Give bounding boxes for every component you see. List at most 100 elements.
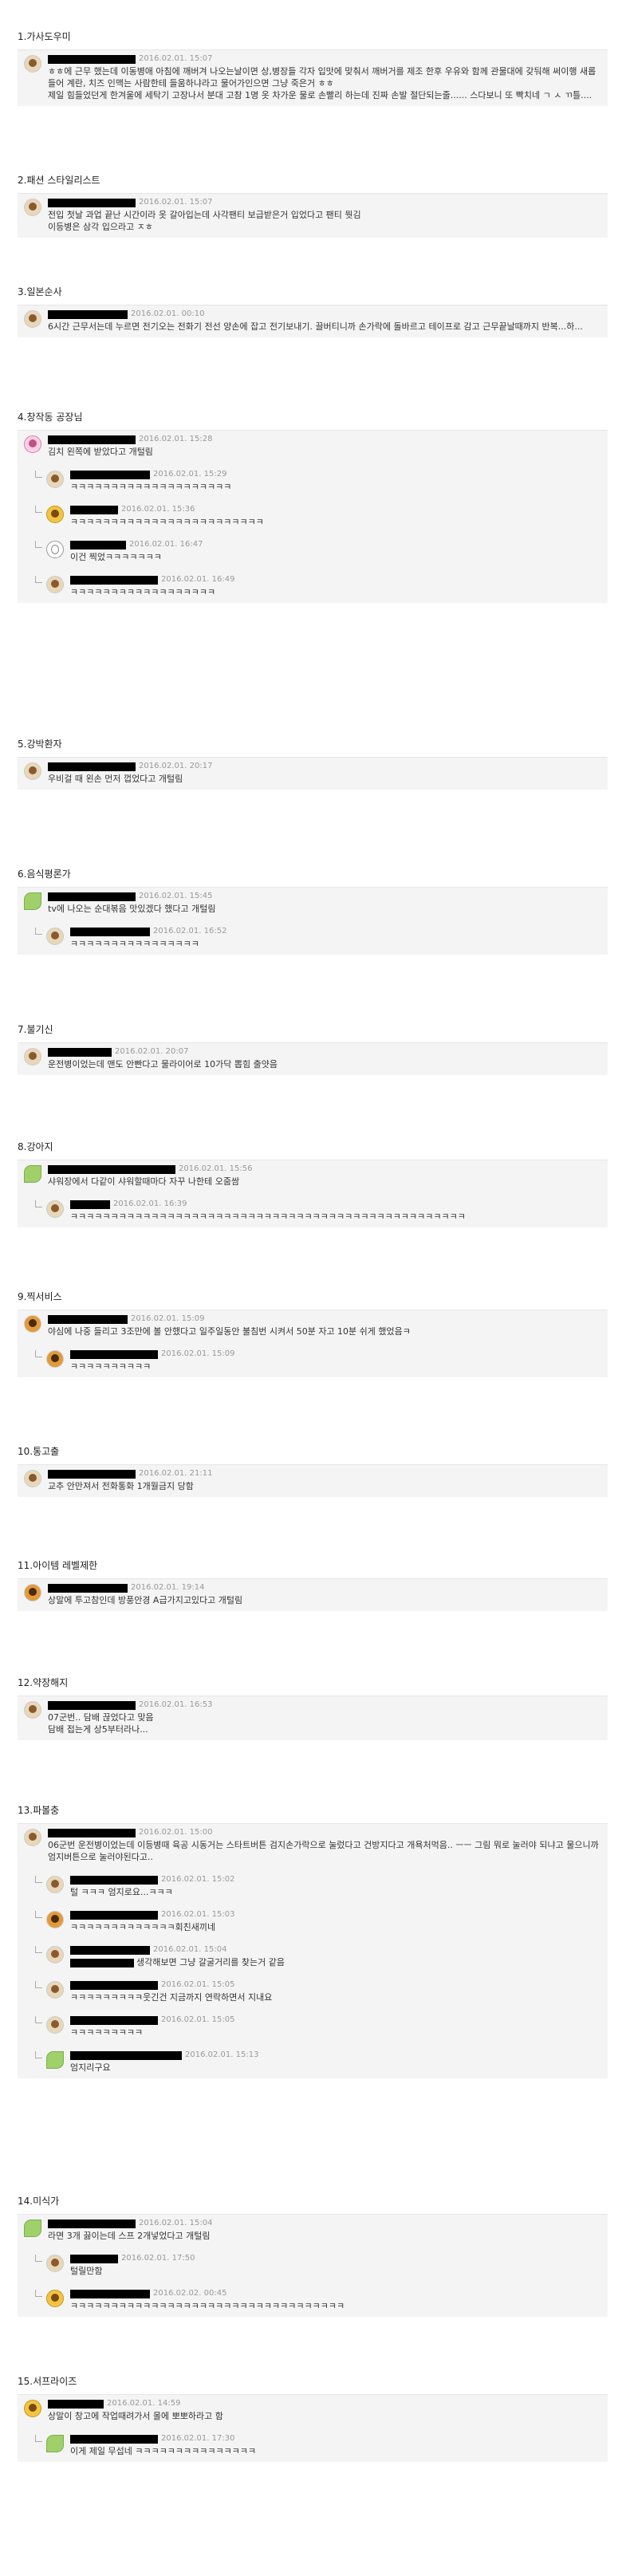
avatar[interactable]: [24, 199, 41, 216]
comment-text: 김치 왼쪽에 받았다고 개털림: [48, 447, 153, 457]
nickname-redacted[interactable]: [70, 1349, 158, 1359]
nickname-redacted[interactable]: [70, 1199, 110, 1209]
avatar[interactable]: [24, 1701, 41, 1719]
reply: 2016.02.01. 15:02 털 ㅋㅋㅋ 엄지로요...ㅋㅋㅋ: [24, 1874, 601, 1898]
nickname-redacted[interactable]: [48, 1314, 128, 1324]
reply-arrow-icon: [35, 1981, 42, 1988]
avatar[interactable]: [24, 1165, 41, 1183]
avatar[interactable]: [46, 1946, 64, 1964]
avatar[interactable]: [24, 435, 41, 453]
nickname-redacted[interactable]: [70, 2050, 182, 2060]
nickname-redacted[interactable]: [70, 470, 150, 479]
comment-text: tv에 나오는 순대볶음 맛있겠다 했다고 개털림: [48, 904, 216, 914]
avatar[interactable]: [46, 1350, 64, 1368]
avatar[interactable]: [24, 1048, 41, 1065]
avatar[interactable]: [46, 506, 64, 523]
avatar[interactable]: [46, 2255, 64, 2272]
avatar[interactable]: [24, 55, 41, 73]
avatar[interactable]: [46, 1981, 64, 1999]
avatar[interactable]: [24, 1315, 41, 1333]
nickname-redacted[interactable]: [48, 435, 136, 444]
avatar[interactable]: [24, 762, 41, 780]
comment: 2016.02.01. 21:11 교추 안만져서 전화통화 1개월금지 당함: [24, 1468, 601, 1492]
nickname-redacted[interactable]: [70, 1945, 150, 1955]
avatar[interactable]: [46, 471, 64, 488]
comment-text: 우비걸 때 왼손 먼저 껍었다고 개털림: [48, 774, 183, 784]
comment-text: ㅋㅋㅋㅋㅋㅋㅋㅋㅋㅋㅋㅋㅋㅋㅋㅋㅋㅋㅋㅋㅋㅋㅋㅋㅋㅋㅋㅋㅋㅋㅋㅋㅋㅋ: [70, 2301, 345, 2311]
avatar[interactable]: [24, 2400, 41, 2417]
reply-arrow-icon: [35, 576, 42, 583]
nickname-redacted[interactable]: [70, 2434, 158, 2444]
reply-arrow-icon: [35, 1946, 42, 1953]
nickname-redacted[interactable]: [48, 1700, 136, 1710]
avatar[interactable]: [46, 2290, 64, 2307]
avatar[interactable]: [46, 576, 64, 593]
avatar[interactable]: [46, 541, 64, 558]
avatar[interactable]: [46, 1200, 64, 1218]
nickname-redacted[interactable]: [48, 1583, 128, 1593]
nickname-redacted[interactable]: [48, 198, 136, 207]
nickname-redacted[interactable]: [70, 1875, 158, 1885]
comment: 2016.02.01. 15:45 tv에 나오는 순대볶음 맛있겠다 했다고 …: [24, 891, 601, 915]
comment-box: 2016.02.01. 00:10 6시간 근무서는데 누르면 전기오는 전화기…: [18, 305, 608, 337]
section-15: 15.서프라이즈 2016.02.01. 14:59 상말이 창고에 작업때려가…: [18, 2375, 608, 2462]
nickname-redacted[interactable]: [70, 540, 126, 549]
avatar[interactable]: [24, 892, 41, 910]
nickname-redacted[interactable]: [70, 1980, 158, 1990]
comment: 2016.02.01. 20:17 우비걸 때 왼손 먼저 껍었다고 개털림: [24, 761, 601, 785]
comment-text: ㅋㅋㅋㅋㅋㅋㅋㅋㅋㅋㅋㅋㅋㅋㅋㅋㅋㅋㅋㅋ: [70, 482, 232, 492]
mention-redacted[interactable]: [70, 1958, 134, 1967]
nickname-redacted[interactable]: [48, 1469, 136, 1479]
reply-arrow-icon: [35, 2051, 42, 2058]
nickname-redacted[interactable]: [48, 54, 136, 64]
nickname-redacted[interactable]: [70, 2289, 150, 2298]
nickname-redacted[interactable]: [48, 309, 128, 319]
avatar[interactable]: [46, 2435, 64, 2452]
nickname-redacted[interactable]: [48, 892, 136, 901]
comment: 2016.02.01. 15:07 전입 첫날 과업 끝난 시간이라 옷 갈아입…: [24, 197, 601, 233]
nickname-redacted[interactable]: [48, 1164, 175, 1174]
reply-arrow-icon: [35, 2435, 42, 2442]
nickname-redacted[interactable]: [48, 2219, 136, 2228]
comment-text: 야심에 나중 들리고 3조만에 볼 안했다고 일주일동안 불침번 시켜서 50분…: [48, 1326, 411, 1337]
comment: 2016.02.01. 15:56 샤워장에서 다같이 샤워할때마다 자꾸 나한…: [24, 1164, 601, 1188]
comment-date: 2016.02.01. 15:29: [153, 470, 227, 479]
comment-box: 2016.02.01. 19:14 상말에 투고참인데 방풍안경 A급가지고있다…: [18, 1578, 608, 1611]
avatar[interactable]: [24, 1829, 41, 1846]
comment-date: 2016.02.01. 16:47: [129, 540, 203, 549]
avatar[interactable]: [46, 2051, 64, 2069]
avatar[interactable]: [46, 1911, 64, 1928]
nickname-redacted[interactable]: [70, 575, 158, 585]
avatar[interactable]: [46, 928, 64, 945]
comment-box: 2016.02.01. 15:07 ㅎㅎ에 근무 했는데 이동병애 아침에 깨버…: [18, 49, 608, 106]
avatar[interactable]: [24, 2220, 41, 2237]
nickname-redacted[interactable]: [70, 2254, 118, 2263]
avatar[interactable]: [46, 1876, 64, 1893]
nickname-redacted[interactable]: [48, 2399, 104, 2409]
comment-date: 2016.02.01. 21:11: [139, 1469, 213, 1478]
nickname-redacted[interactable]: [48, 1828, 136, 1837]
comment-text: ㅎㅎ에 근무 했는데 이동병애 아침에 깨버겨 나오는날이면 상,병장들 각자 …: [48, 66, 596, 100]
nickname-redacted[interactable]: [70, 1910, 158, 1920]
comment-text: 상말이 창고에 작업때려가서 몰에 뽀뽀하라고 함: [48, 2411, 223, 2421]
avatar[interactable]: [24, 310, 41, 328]
avatar[interactable]: [24, 1584, 41, 1601]
comment-text: ㅋㅋㅋㅋㅋㅋㅋㅋㅋㅋㅋㅋㅋ회친새끼네: [70, 1922, 216, 1932]
comment-date: 2016.02.01. 16:49: [161, 575, 235, 584]
nickname-redacted[interactable]: [70, 927, 150, 936]
nickname-redacted[interactable]: [48, 1047, 112, 1057]
comment-date: 2016.02.01. 15:03: [161, 1910, 235, 1919]
nickname-redacted[interactable]: [48, 762, 136, 771]
avatar[interactable]: [24, 1470, 41, 1487]
comment-date: 2016.02.01. 20:17: [139, 762, 213, 770]
comment-box: 2016.02.01. 15:45 tv에 나오는 순대볶음 맛있겠다 했다고 …: [18, 887, 608, 955]
avatar[interactable]: [46, 2016, 64, 2034]
section-title: 4.창작동 공장님: [18, 412, 83, 423]
nickname-redacted[interactable]: [70, 2015, 158, 2025]
comment-text: 07군번.. 담배 끊었다고 맞음 담배 접는게 상5부터라나...: [48, 1712, 154, 1735]
section-9: 9.찍서비스 2016.02.01. 15:09 야심에 나중 들리고 3조만에…: [18, 1290, 608, 1377]
nickname-redacted[interactable]: [70, 505, 118, 514]
comment-text: ㅋㅋㅋㅋㅋㅋㅋㅋㅋㅋ: [70, 1361, 152, 1372]
comment-date: 2016.02.01. 15:09: [161, 1349, 235, 1358]
comment: 2016.02.01. 20:07 운전병이었는데 맨도 안빤다고 물라이어로 …: [24, 1046, 601, 1070]
